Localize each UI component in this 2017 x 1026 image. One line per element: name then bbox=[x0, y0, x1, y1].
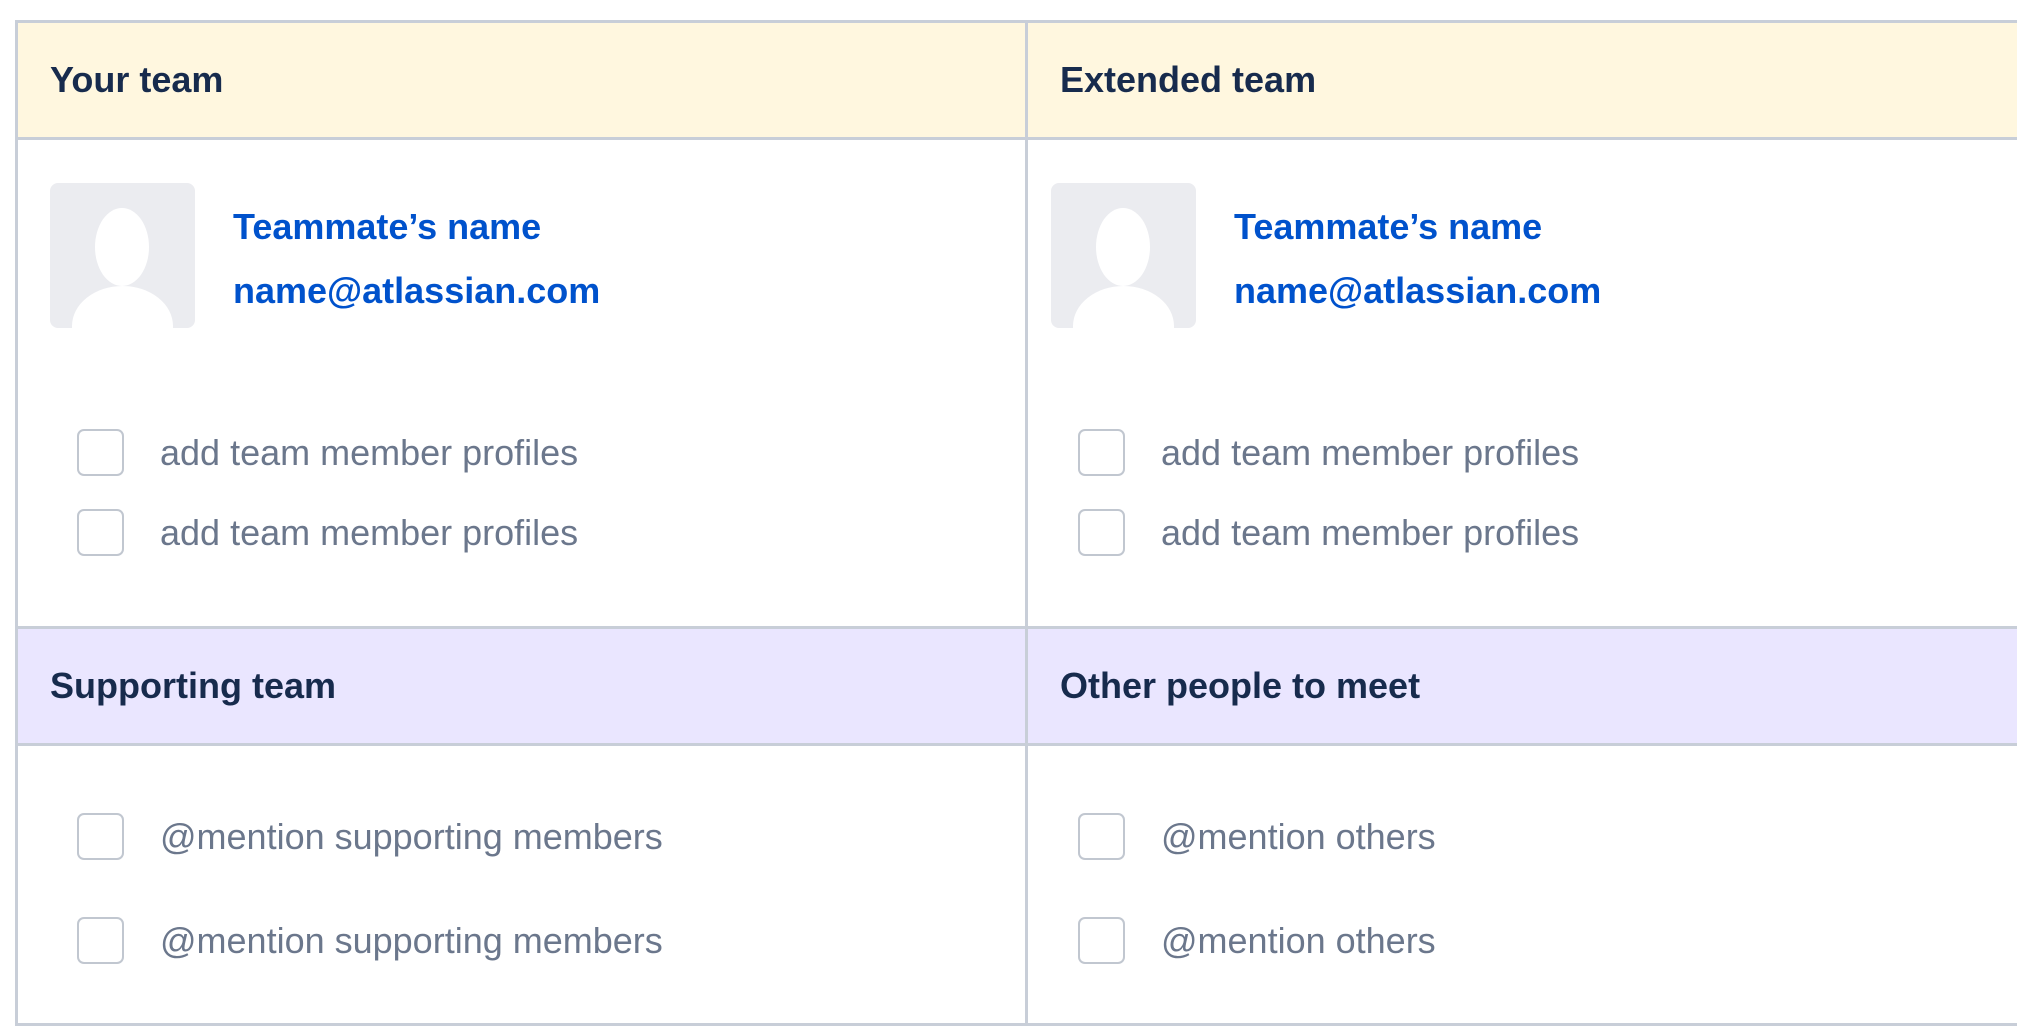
section-title: Other people to meet bbox=[1060, 665, 1421, 706]
profile-card: Teammate’s name name@atlassian.com bbox=[1051, 183, 1601, 328]
checkbox-icon[interactable] bbox=[1078, 429, 1125, 476]
task-item: add team member profiles bbox=[1078, 509, 1579, 556]
checkbox-icon[interactable] bbox=[1078, 813, 1125, 860]
teammate-name-link[interactable]: Teammate’s name bbox=[1234, 195, 1601, 259]
extended-team-cell: Teammate’s name name@atlassian.com add t… bbox=[1028, 140, 2017, 629]
task-label: @mention supporting members bbox=[160, 919, 663, 961]
task-item: add team member profiles bbox=[1078, 429, 1579, 476]
task-label: @mention others bbox=[1161, 919, 1436, 961]
task-item: @mention others bbox=[1078, 813, 1436, 860]
task-item: @mention others bbox=[1078, 917, 1436, 964]
checkbox-icon[interactable] bbox=[77, 509, 124, 556]
task-item: @mention supporting members bbox=[77, 917, 663, 964]
contact-info: Teammate’s name name@atlassian.com bbox=[233, 183, 600, 328]
section-title: Extended team bbox=[1060, 59, 1317, 100]
checkbox-icon[interactable] bbox=[77, 429, 124, 476]
contact-info: Teammate’s name name@atlassian.com bbox=[1234, 183, 1601, 328]
task-item: add team member profiles bbox=[77, 509, 578, 556]
section-title: Supporting team bbox=[50, 665, 336, 706]
task-label: @mention others bbox=[1161, 815, 1436, 857]
teammate-email-link[interactable]: name@atlassian.com bbox=[233, 259, 600, 323]
teammate-name-link[interactable]: Teammate’s name bbox=[233, 195, 600, 259]
task-label: add team member profiles bbox=[160, 431, 579, 473]
header-other-people: Other people to meet bbox=[1028, 629, 2017, 746]
other-people-cell: @mention others @mention others bbox=[1028, 746, 2017, 1026]
teammate-email-link[interactable]: name@atlassian.com bbox=[1234, 259, 1601, 323]
header-extended-team: Extended team bbox=[1028, 23, 2017, 140]
header-your-team: Your team bbox=[18, 23, 1028, 140]
task-label: @mention supporting members bbox=[160, 815, 663, 857]
section-title: Your team bbox=[50, 59, 224, 100]
checkbox-icon[interactable] bbox=[77, 917, 124, 964]
task-label: add team member profiles bbox=[1161, 431, 1580, 473]
supporting-team-cell: @mention supporting members @mention sup… bbox=[18, 746, 1028, 1026]
task-item: @mention supporting members bbox=[77, 813, 663, 860]
checkbox-icon[interactable] bbox=[1078, 917, 1125, 964]
checkbox-icon[interactable] bbox=[77, 813, 124, 860]
task-item: add team member profiles bbox=[77, 429, 578, 476]
person-placeholder-icon bbox=[50, 183, 195, 328]
checkbox-icon[interactable] bbox=[1078, 509, 1125, 556]
team-table: Your team Extended team Teammate’s name … bbox=[15, 20, 2017, 1026]
task-label: add team member profiles bbox=[160, 511, 579, 553]
profile-card: Teammate’s name name@atlassian.com bbox=[50, 183, 600, 328]
your-team-cell: Teammate’s name name@atlassian.com add t… bbox=[18, 140, 1028, 629]
person-placeholder-icon bbox=[1051, 183, 1196, 328]
task-label: add team member profiles bbox=[1161, 511, 1580, 553]
header-supporting-team: Supporting team bbox=[18, 629, 1028, 746]
